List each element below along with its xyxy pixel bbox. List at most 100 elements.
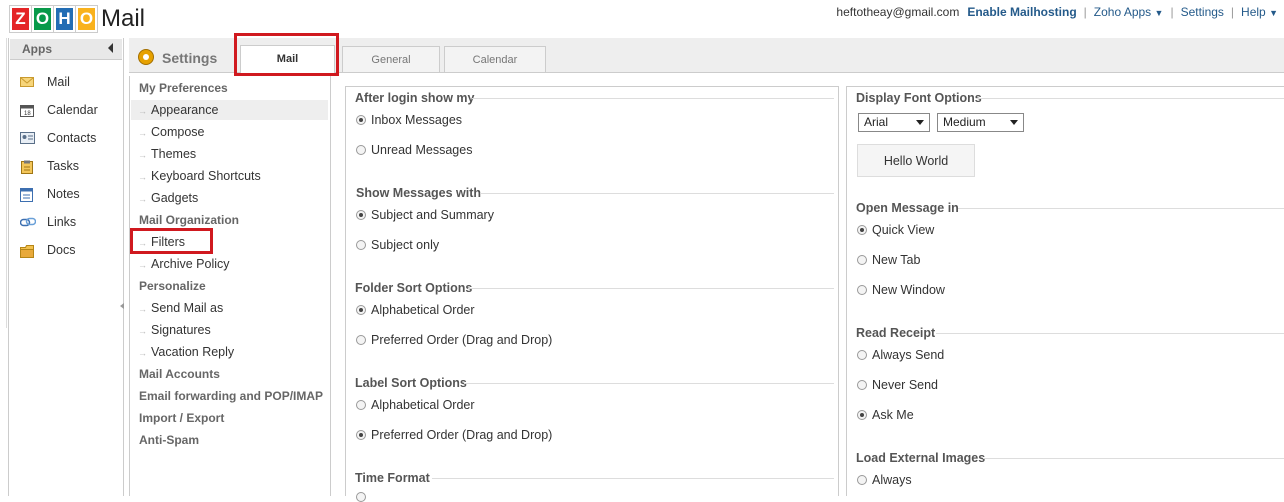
radio-button-selected[interactable] (356, 430, 366, 440)
apps-title: Apps (22, 42, 52, 56)
pref-item-compose[interactable]: → Compose (131, 122, 328, 142)
radio-button[interactable] (857, 350, 867, 360)
zoho-apps-link[interactable]: Zoho Apps ▼ (1094, 5, 1164, 19)
radio-new-window[interactable]: New Window (857, 283, 945, 297)
zoho-mail-logo[interactable]: Z O H O Mail (10, 4, 145, 34)
radio-button[interactable] (356, 145, 366, 155)
pref-heading-email-forwarding[interactable]: Email forwarding and POP/IMAP (139, 389, 323, 403)
radio-never-send[interactable]: Never Send (857, 378, 938, 392)
font-family-select[interactable]: Arial (858, 113, 930, 132)
radio-label: Alphabetical Order (371, 398, 475, 412)
separator: | (1230, 5, 1235, 19)
select-value: Medium (943, 115, 986, 129)
radio-button-selected[interactable] (857, 225, 867, 235)
pref-heading-import-export[interactable]: Import / Export (139, 411, 224, 425)
radio-folder-alphabetical[interactable]: Alphabetical Order (356, 303, 475, 317)
dropdown-caret-icon (916, 120, 924, 125)
tab-general[interactable]: General (342, 46, 440, 72)
folder-icon (20, 244, 34, 258)
radio-new-tab[interactable]: New Tab (857, 253, 920, 267)
section-title-load-images: Load External Images (856, 451, 986, 465)
radio-label-preferred[interactable]: Preferred Order (Drag and Drop) (356, 428, 552, 442)
arrow-icon: → (138, 172, 147, 182)
tab-calendar[interactable]: Calendar (444, 46, 546, 72)
pref-item-themes[interactable]: → Themes (131, 144, 328, 164)
radio-inbox-messages[interactable]: Inbox Messages (356, 113, 462, 127)
app-item-mail[interactable]: Mail (20, 72, 120, 92)
radio-label: Always Send (872, 348, 945, 362)
pref-heading-mail-organization: Mail Organization (139, 213, 240, 227)
app-item-notes[interactable]: Notes (20, 184, 120, 204)
radio-label: Never Send (872, 378, 939, 392)
radio-ask-me[interactable]: Ask Me (857, 408, 914, 422)
pref-item-send-mail-as[interactable]: → Send Mail as (131, 298, 328, 318)
pref-item-keyboard-shortcuts[interactable]: → Keyboard Shortcuts (131, 166, 328, 186)
radio-quick-view[interactable]: Quick View (857, 223, 934, 237)
radio-button[interactable] (857, 475, 867, 485)
radio-label: Subject and Summary (371, 208, 494, 222)
radio-folder-preferred[interactable]: Preferred Order (Drag and Drop) (356, 333, 552, 347)
radio-always[interactable]: Always (857, 473, 912, 487)
radio-button[interactable] (356, 240, 366, 250)
radio-label: Always (872, 473, 912, 487)
settings-title: Settings (162, 50, 218, 66)
enable-mailhosting-link[interactable]: Enable Mailhosting (967, 5, 1076, 19)
pref-item-gadgets[interactable]: → Gadgets (131, 188, 328, 208)
app-item-contacts[interactable]: Contacts (20, 128, 120, 148)
radio-button-partial[interactable] (356, 492, 366, 502)
radio-subject-and-summary[interactable]: Subject and Summary (356, 208, 494, 222)
radio-label: Ask Me (872, 408, 914, 422)
pref-item-archive-policy[interactable]: → Archive Policy (131, 254, 328, 274)
radio-button[interactable] (857, 285, 867, 295)
pref-item-label: Signatures (151, 323, 211, 337)
section-title-label-sort: Label Sort Options (355, 376, 467, 390)
pref-heading-personalize: Personalize (139, 279, 206, 293)
radio-label: Unread Messages (371, 143, 473, 157)
separator: | (1170, 5, 1174, 19)
radio-always-send[interactable]: Always Send (857, 348, 944, 362)
app-label: Tasks (47, 159, 79, 173)
section-divider (976, 98, 1284, 99)
radio-label: Subject only (371, 238, 440, 252)
radio-button[interactable] (857, 255, 867, 265)
section-divider (464, 383, 834, 384)
section-title-folder-sort: Folder Sort Options (355, 281, 473, 295)
pref-item-signatures[interactable]: → Signatures (131, 320, 328, 340)
dropdown-caret-icon (1010, 120, 1018, 125)
splitter-arrow-icon[interactable] (120, 303, 124, 309)
app-item-links[interactable]: Links (19, 212, 120, 232)
app-item-calendar[interactable]: 18 Calendar (20, 100, 120, 120)
logo-letter-o: O (32, 6, 53, 32)
section-divider (472, 98, 834, 99)
radio-button-selected[interactable] (356, 305, 366, 315)
arrow-icon: → (138, 260, 147, 270)
pref-item-vacation-reply[interactable]: → Vacation Reply (131, 342, 328, 362)
radio-button-selected[interactable] (356, 115, 366, 125)
radio-button[interactable] (356, 335, 366, 345)
radio-button-selected[interactable] (857, 410, 867, 420)
radio-label: Preferred Order (Drag and Drop) (371, 428, 553, 442)
radio-button[interactable] (356, 492, 371, 502)
radio-unread-messages[interactable]: Unread Messages (356, 143, 472, 157)
pref-item-appearance[interactable]: → Appearance (131, 100, 328, 120)
section-divider (936, 333, 1284, 334)
help-link[interactable]: Help ▼ (1241, 5, 1278, 19)
radio-subject-only[interactable]: Subject only (356, 238, 439, 252)
radio-label: Quick View (872, 223, 935, 237)
radio-button[interactable] (857, 380, 867, 390)
font-size-select[interactable]: Medium (937, 113, 1024, 132)
pref-item-label: Gadgets (151, 191, 199, 205)
radio-button-selected[interactable] (356, 210, 366, 220)
radio-label-alphabetical[interactable]: Alphabetical Order (356, 398, 475, 412)
settings-link[interactable]: Settings (1181, 5, 1224, 19)
collapse-arrow-icon[interactable] (108, 43, 113, 53)
radio-button[interactable] (356, 400, 366, 410)
envelope-icon (20, 76, 34, 88)
pref-heading-mail-accounts[interactable]: Mail Accounts (139, 367, 220, 381)
pref-heading-anti-spam[interactable]: Anti-Spam (139, 433, 199, 447)
app-label: Mail (47, 75, 70, 89)
radio-label: Preferred Order (Drag and Drop) (371, 333, 553, 347)
app-item-docs[interactable]: Docs (20, 240, 120, 260)
font-preview-box: Hello World (857, 144, 975, 177)
app-item-tasks[interactable]: Tasks (20, 156, 120, 176)
